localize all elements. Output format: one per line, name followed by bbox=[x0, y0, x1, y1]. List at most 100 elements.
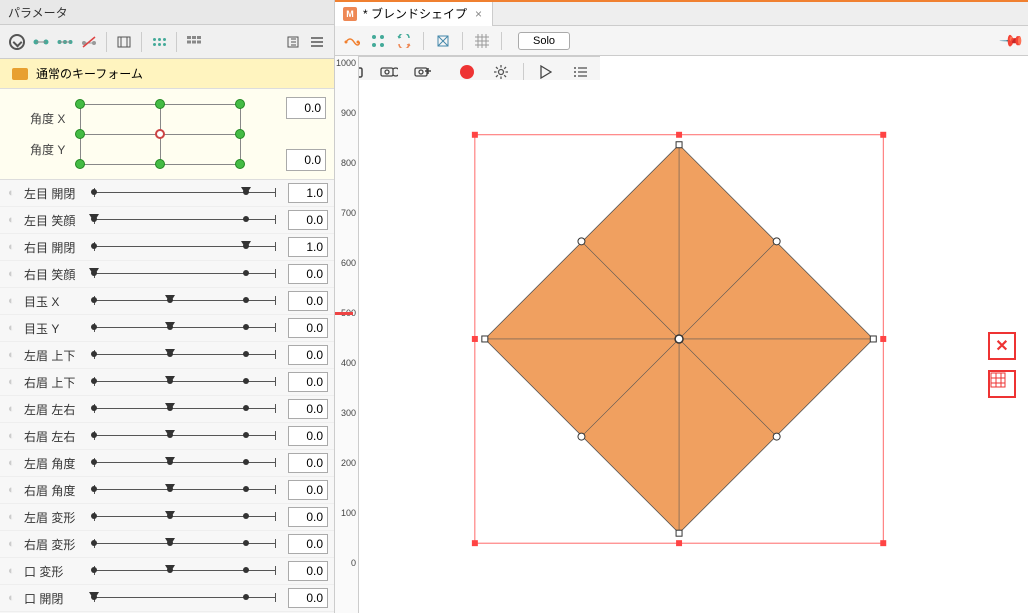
param-value-input[interactable] bbox=[288, 183, 328, 203]
param-value-input[interactable] bbox=[288, 480, 328, 500]
param-slider[interactable] bbox=[88, 591, 282, 605]
settings-button[interactable] bbox=[282, 31, 304, 53]
angle-grid[interactable] bbox=[75, 99, 276, 169]
param-slider[interactable] bbox=[88, 429, 282, 443]
grid-button[interactable] bbox=[148, 31, 170, 53]
param-slider[interactable] bbox=[88, 564, 282, 578]
param-value-input[interactable] bbox=[288, 372, 328, 392]
param-value-input[interactable] bbox=[288, 534, 328, 554]
param-slider[interactable] bbox=[88, 375, 282, 389]
pin-icon[interactable]: ◐ bbox=[8, 241, 18, 253]
param-label: 右目 笑顔 bbox=[24, 266, 82, 283]
angle-x-value[interactable] bbox=[286, 97, 326, 119]
canvas-tab[interactable]: M * ブレンドシェイプ × bbox=[335, 2, 493, 26]
param-label: 右眉 変形 bbox=[24, 536, 82, 553]
sync-tool-button[interactable] bbox=[393, 30, 415, 52]
pin-icon[interactable]: ◐ bbox=[8, 511, 18, 523]
ruler-left: 10009008007006005004003002001000 bbox=[335, 56, 359, 613]
param-value-input[interactable] bbox=[288, 345, 328, 365]
angle-y-label: 角度 Y bbox=[30, 141, 65, 158]
pin-icon[interactable]: ◐ bbox=[8, 214, 18, 226]
ruler-indicator bbox=[335, 312, 353, 315]
canvas-tab-title: * ブレンドシェイプ bbox=[363, 5, 467, 22]
param-slider[interactable] bbox=[88, 186, 282, 200]
path-tool-button[interactable] bbox=[341, 30, 363, 52]
pin-icon[interactable]: ◐ bbox=[8, 592, 18, 604]
grid-side-button[interactable] bbox=[988, 370, 1016, 398]
param-row: ◐ 右眉 左右 bbox=[0, 423, 334, 450]
canvas[interactable]: ✕ bbox=[359, 80, 1028, 583]
pin-icon[interactable]: ◐ bbox=[8, 457, 18, 469]
reject-button[interactable]: ✕ bbox=[988, 332, 1016, 360]
pin-icon[interactable]: ◐ bbox=[8, 295, 18, 307]
param-row: ◐ 右目 笑顔 bbox=[0, 261, 334, 288]
param-label: 口 開閉 bbox=[24, 590, 82, 607]
param-row: ◐ 左眉 左右 bbox=[0, 396, 334, 423]
param-row: ◐ 口 開閉 bbox=[0, 585, 334, 612]
pin-icon[interactable]: ◐ bbox=[8, 430, 18, 442]
node-tool-button[interactable] bbox=[367, 30, 389, 52]
folder-section[interactable]: 通常のキーフォーム bbox=[0, 59, 334, 89]
pin-icon[interactable]: ◐ bbox=[8, 187, 18, 199]
param-value-input[interactable] bbox=[288, 210, 328, 230]
pin-icon[interactable]: ◐ bbox=[8, 403, 18, 415]
matrix-button[interactable] bbox=[183, 31, 205, 53]
angle-x-label: 角度 X bbox=[30, 110, 65, 127]
param-value-input[interactable] bbox=[288, 507, 328, 527]
pin-icon[interactable]: 📌 bbox=[998, 26, 1026, 54]
pin-icon[interactable]: ◐ bbox=[8, 322, 18, 334]
param-slider[interactable] bbox=[88, 537, 282, 551]
param-row: ◐ 左目 開閉 bbox=[0, 180, 334, 207]
remove-key-button[interactable] bbox=[78, 31, 100, 53]
param-value-input[interactable] bbox=[288, 291, 328, 311]
bounds-button[interactable] bbox=[113, 31, 135, 53]
expand-button[interactable] bbox=[6, 31, 28, 53]
param-toolbar bbox=[0, 25, 334, 59]
add-3key-button[interactable] bbox=[54, 31, 76, 53]
param-value-input[interactable] bbox=[288, 426, 328, 446]
param-slider[interactable] bbox=[88, 510, 282, 524]
menu-button[interactable] bbox=[306, 31, 328, 53]
ruler-tick: 400 bbox=[341, 358, 356, 368]
param-label: 右眉 左右 bbox=[24, 428, 82, 445]
param-label: 右眉 上下 bbox=[24, 374, 82, 391]
param-value-input[interactable] bbox=[288, 237, 328, 257]
param-value-input[interactable] bbox=[288, 399, 328, 419]
pin-icon[interactable]: ◐ bbox=[8, 565, 18, 577]
param-value-input[interactable] bbox=[288, 588, 328, 608]
panel-title: パラメータ bbox=[8, 4, 68, 21]
param-value-input[interactable] bbox=[288, 264, 328, 284]
tab-m-icon: M bbox=[343, 7, 357, 21]
param-slider[interactable] bbox=[88, 240, 282, 254]
param-slider[interactable] bbox=[88, 321, 282, 335]
param-row: ◐ 目玉 Y bbox=[0, 315, 334, 342]
param-slider[interactable] bbox=[88, 456, 282, 470]
param-slider[interactable] bbox=[88, 483, 282, 497]
pin-icon[interactable]: ◐ bbox=[8, 538, 18, 550]
pin-icon[interactable]: ◐ bbox=[8, 376, 18, 388]
param-label: 右目 開閉 bbox=[24, 239, 82, 256]
canvas-tab-bar: M * ブレンドシェイプ × bbox=[335, 2, 1028, 26]
mesh-button[interactable] bbox=[432, 30, 454, 52]
add-2key-button[interactable] bbox=[30, 31, 52, 53]
tab-close-button[interactable]: × bbox=[473, 7, 484, 21]
param-slider[interactable] bbox=[88, 402, 282, 416]
angle-y-value[interactable] bbox=[286, 149, 326, 171]
param-slider[interactable] bbox=[88, 213, 282, 227]
ruler-tick: 1000 bbox=[336, 58, 356, 68]
pin-icon[interactable]: ◐ bbox=[8, 268, 18, 280]
param-slider[interactable] bbox=[88, 294, 282, 308]
ruler-tick: 100 bbox=[341, 508, 356, 518]
folder-label: 通常のキーフォーム bbox=[36, 65, 143, 82]
solo-button[interactable]: Solo bbox=[518, 32, 570, 50]
param-value-input[interactable] bbox=[288, 453, 328, 473]
pin-icon[interactable]: ◐ bbox=[8, 484, 18, 496]
param-value-input[interactable] bbox=[288, 318, 328, 338]
angle-xy-section: ⚭ 角度 X 角度 Y bbox=[0, 89, 334, 180]
param-label: 右眉 角度 bbox=[24, 482, 82, 499]
pin-icon[interactable]: ◐ bbox=[8, 349, 18, 361]
param-slider[interactable] bbox=[88, 267, 282, 281]
grid-toggle-button[interactable] bbox=[471, 30, 493, 52]
param-value-input[interactable] bbox=[288, 561, 328, 581]
param-slider[interactable] bbox=[88, 348, 282, 362]
